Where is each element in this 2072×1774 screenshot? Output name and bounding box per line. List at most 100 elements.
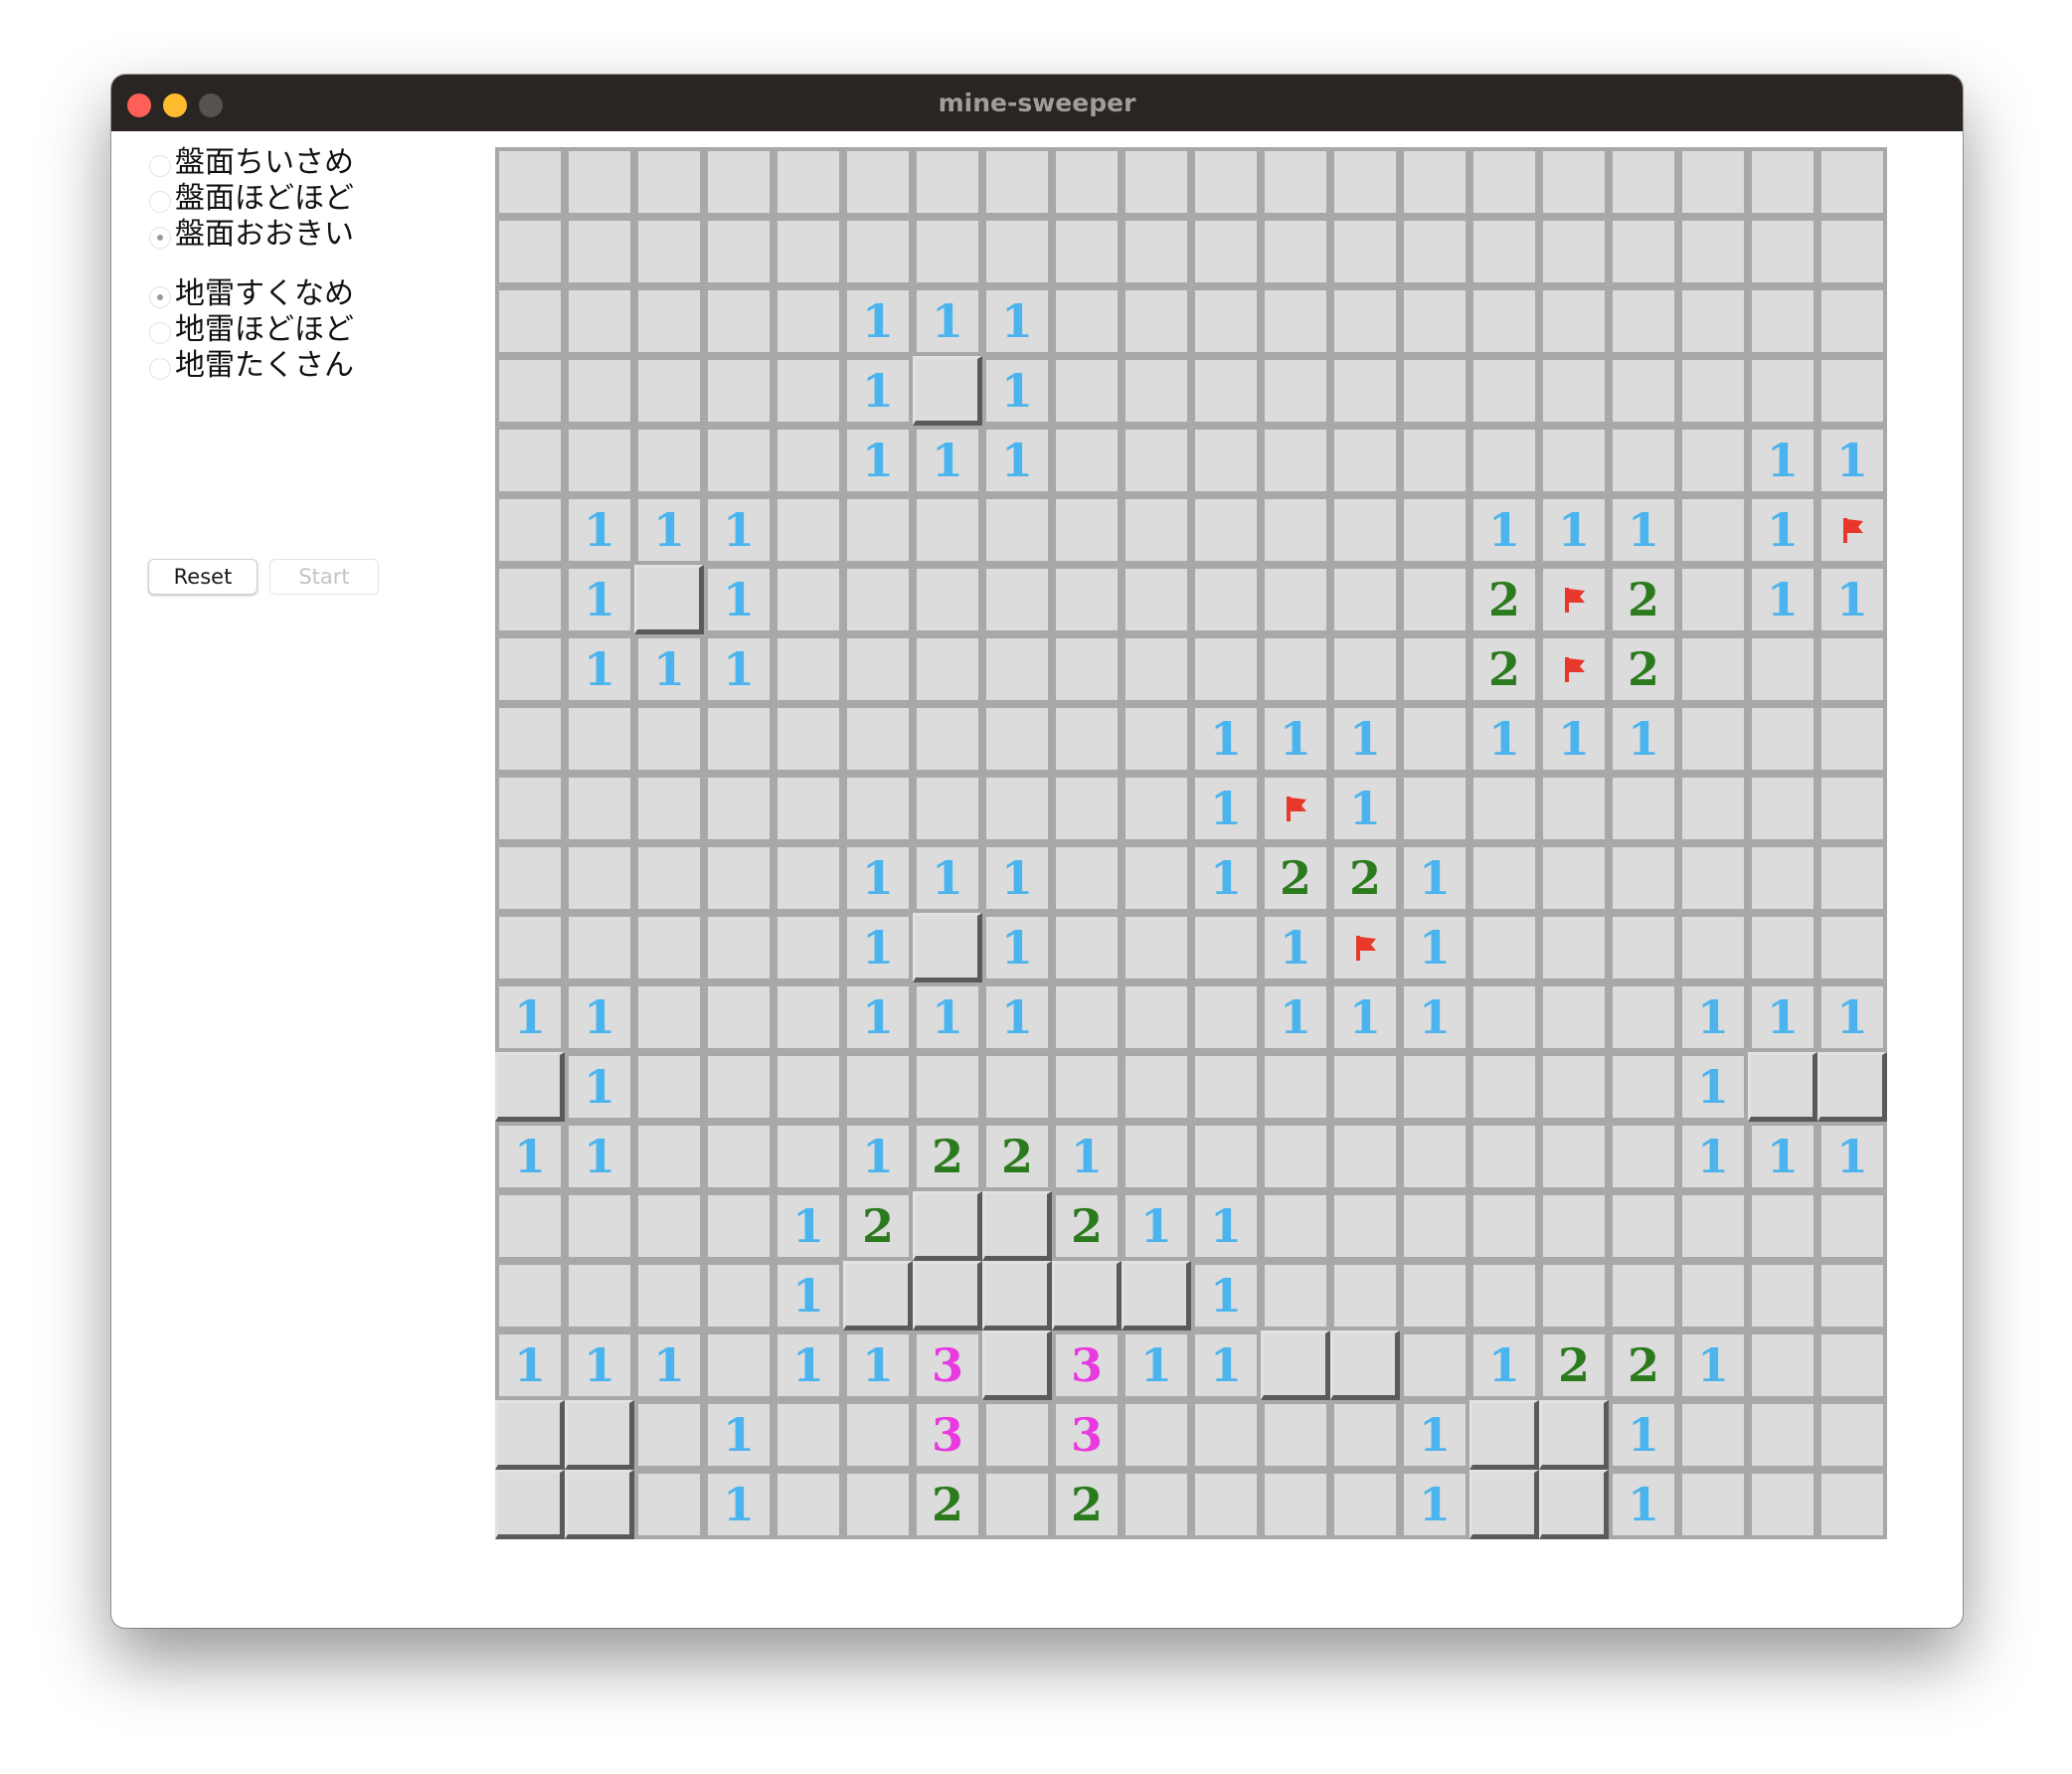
board-cell[interactable]: 1 — [1469, 495, 1539, 565]
board-cell[interactable] — [634, 1400, 704, 1470]
board-cell[interactable] — [1748, 217, 1817, 286]
board-cell[interactable]: 1 — [1400, 1470, 1469, 1539]
board-cell[interactable] — [1122, 1261, 1191, 1330]
board-cell[interactable] — [704, 1330, 774, 1400]
size-large-radio[interactable] — [149, 227, 171, 249]
board-cell[interactable] — [1748, 1191, 1817, 1261]
board-cell[interactable] — [774, 1122, 843, 1191]
board-cell[interactable] — [1817, 774, 1887, 843]
board-cell[interactable] — [1052, 426, 1122, 495]
board-cell[interactable] — [1261, 634, 1330, 704]
board-cell[interactable] — [1400, 147, 1469, 217]
board-cell[interactable]: 1 — [1817, 426, 1887, 495]
board-cell[interactable] — [495, 1261, 565, 1330]
board-cell[interactable] — [1469, 1191, 1539, 1261]
board-cell[interactable] — [704, 147, 774, 217]
board-cell[interactable] — [634, 913, 704, 982]
board-cell[interactable] — [1539, 1261, 1609, 1330]
board-cell[interactable] — [1400, 356, 1469, 426]
board-cell[interactable]: 2 — [1609, 634, 1678, 704]
board-cell[interactable] — [1678, 634, 1748, 704]
board-cell[interactable] — [1748, 286, 1817, 356]
board-cell[interactable] — [1469, 1400, 1539, 1470]
board-cell[interactable]: 1 — [704, 565, 774, 634]
board-cell[interactable] — [704, 286, 774, 356]
board-cell[interactable] — [1609, 913, 1678, 982]
board-cell[interactable]: 1 — [495, 1122, 565, 1191]
board-cell[interactable] — [982, 1191, 1052, 1261]
board-cell[interactable] — [1122, 774, 1191, 843]
board-cell[interactable] — [1261, 1330, 1330, 1400]
board-cell[interactable]: 1 — [1052, 1122, 1122, 1191]
board-cell[interactable] — [565, 356, 634, 426]
board-cell[interactable] — [704, 843, 774, 913]
board-cell[interactable] — [495, 217, 565, 286]
board-cell[interactable]: 1 — [565, 565, 634, 634]
board-cell[interactable]: 1 — [1191, 704, 1261, 774]
board-cell[interactable] — [1609, 217, 1678, 286]
board-cell[interactable] — [1609, 426, 1678, 495]
board-cell[interactable]: 1 — [843, 1122, 913, 1191]
board-cell[interactable] — [1748, 1052, 1817, 1122]
board-cell[interactable] — [495, 286, 565, 356]
board-cell[interactable] — [495, 147, 565, 217]
board-cell[interactable]: 2 — [913, 1122, 982, 1191]
board-cell[interactable] — [1539, 1052, 1609, 1122]
board-cell[interactable] — [1817, 1052, 1887, 1122]
board-cell[interactable] — [1330, 356, 1400, 426]
board-cell[interactable] — [1330, 1261, 1400, 1330]
board-cell[interactable]: 1 — [1122, 1330, 1191, 1400]
board-cell[interactable] — [843, 704, 913, 774]
board-cell[interactable]: 1 — [1330, 704, 1400, 774]
board-cell[interactable] — [495, 1191, 565, 1261]
board-cell[interactable] — [982, 634, 1052, 704]
board-cell[interactable] — [1400, 1330, 1469, 1400]
board-cell[interactable] — [1678, 147, 1748, 217]
board-cell[interactable] — [1122, 217, 1191, 286]
board-cell[interactable] — [1400, 217, 1469, 286]
board-cell[interactable] — [1400, 1191, 1469, 1261]
board-cell[interactable] — [1052, 147, 1122, 217]
board-cell[interactable]: 1 — [1817, 565, 1887, 634]
board-cell[interactable] — [1400, 704, 1469, 774]
board-cell[interactable] — [1191, 495, 1261, 565]
board-cell[interactable] — [1261, 774, 1330, 843]
board-cell[interactable] — [1817, 1400, 1887, 1470]
board-cell[interactable] — [1469, 774, 1539, 843]
board-cell[interactable] — [565, 1400, 634, 1470]
board-cell[interactable] — [565, 704, 634, 774]
board-cell[interactable] — [1748, 1261, 1817, 1330]
board-cell[interactable] — [704, 426, 774, 495]
board-cell[interactable] — [1469, 1122, 1539, 1191]
board-cell[interactable]: 1 — [982, 913, 1052, 982]
board-cell[interactable] — [1122, 565, 1191, 634]
board-cell[interactable]: 1 — [1469, 1330, 1539, 1400]
board-cell[interactable] — [1400, 565, 1469, 634]
board-cell[interactable] — [1678, 1261, 1748, 1330]
board-cell[interactable] — [1122, 913, 1191, 982]
board-cell[interactable]: 1 — [565, 1052, 634, 1122]
board-cell[interactable] — [843, 1400, 913, 1470]
board-cell[interactable] — [774, 1470, 843, 1539]
board-cell[interactable] — [565, 286, 634, 356]
board-cell[interactable]: 1 — [704, 495, 774, 565]
board-cell[interactable] — [1609, 1052, 1678, 1122]
board-cell[interactable]: 2 — [913, 1470, 982, 1539]
board-cell[interactable] — [1122, 1400, 1191, 1470]
board-cell[interactable]: 1 — [1400, 982, 1469, 1052]
board-cell[interactable] — [1122, 1470, 1191, 1539]
board-cell[interactable]: 2 — [843, 1191, 913, 1261]
board-cell[interactable]: 1 — [1539, 704, 1609, 774]
board-cell[interactable]: 1 — [565, 634, 634, 704]
board-cell[interactable] — [1817, 147, 1887, 217]
board-cell[interactable] — [1261, 495, 1330, 565]
board-cell[interactable] — [913, 704, 982, 774]
board-cell[interactable] — [1609, 843, 1678, 913]
board-cell[interactable] — [1748, 634, 1817, 704]
board-cell[interactable] — [1330, 1470, 1400, 1539]
board-cell[interactable] — [1261, 356, 1330, 426]
board-cell[interactable]: 1 — [1191, 843, 1261, 913]
board-cell[interactable] — [913, 1191, 982, 1261]
size-medium-radio[interactable] — [149, 191, 171, 213]
board-cell[interactable] — [1678, 217, 1748, 286]
